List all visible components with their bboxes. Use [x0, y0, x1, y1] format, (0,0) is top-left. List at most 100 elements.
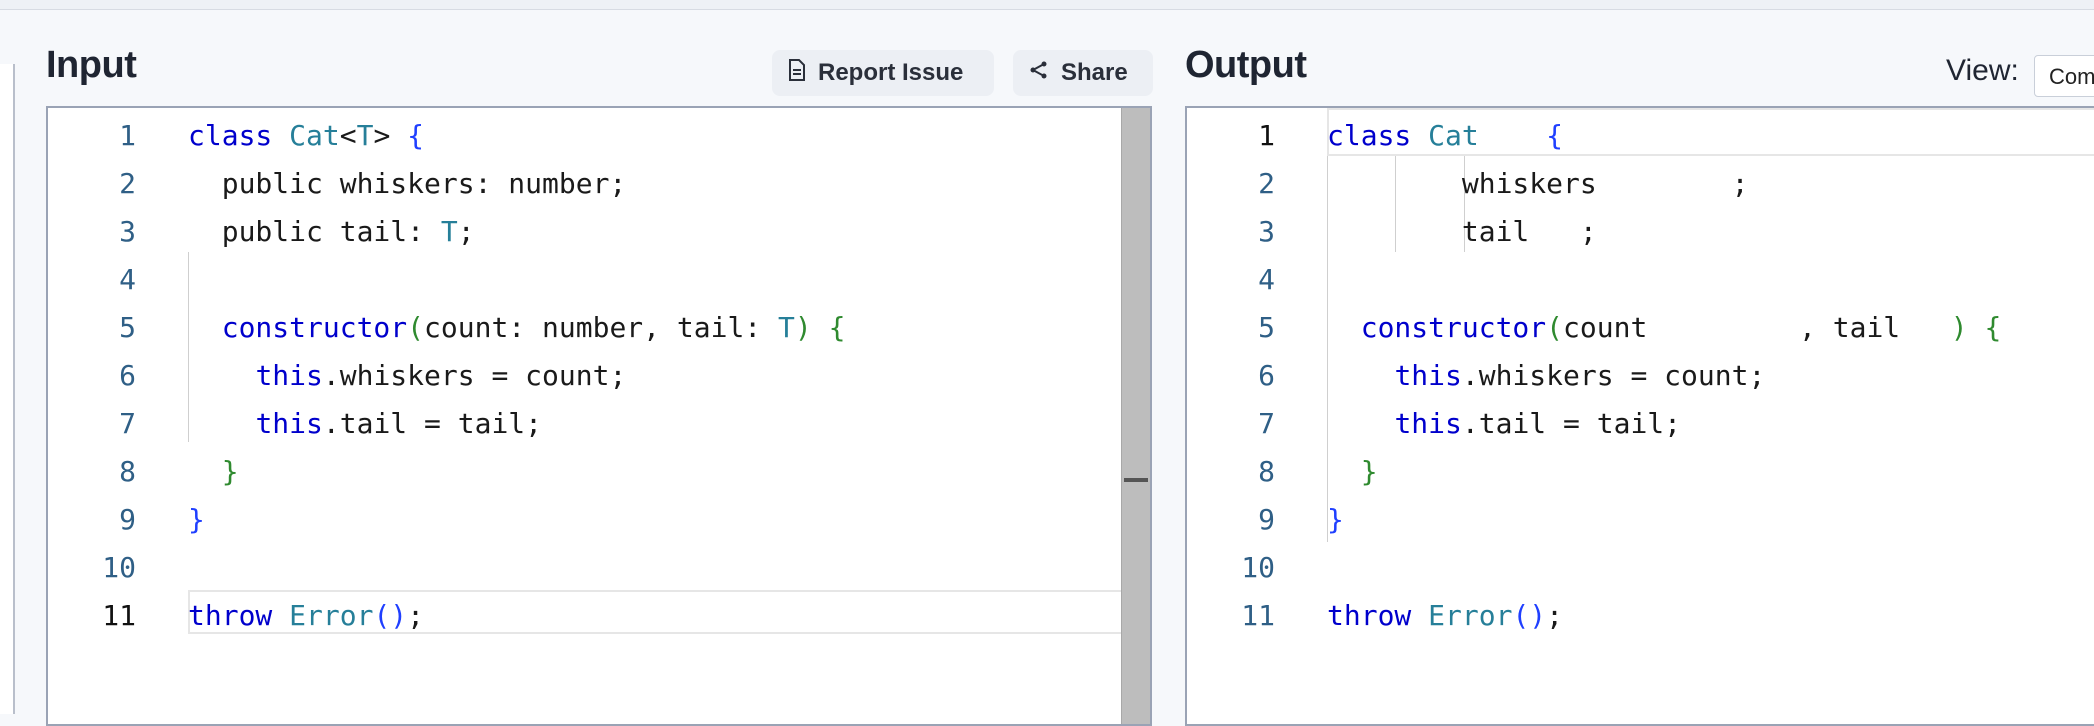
code-line: 5 constructor(count: number, tail: T) { [48, 304, 1150, 352]
line-number: 10 [1241, 551, 1275, 584]
report-issue-button[interactable]: Report Issue [772, 50, 994, 96]
code-line: 10 [48, 544, 1150, 592]
code-line: 4 [48, 256, 1150, 304]
document-icon [788, 58, 806, 88]
line-number: 1 [1258, 119, 1275, 152]
code-text: throw Error(); [1327, 592, 1563, 640]
code-token: whiskers ; [1327, 167, 1749, 200]
line-number: 11 [102, 599, 136, 632]
code-line: 7 this.tail = tail; [1187, 400, 2094, 448]
code-line: 8 } [48, 448, 1150, 496]
code-text: } [1327, 448, 1378, 496]
code-token: T [356, 119, 374, 152]
code-token: ; [457, 215, 475, 248]
line-number: 4 [119, 263, 136, 296]
input-scrollbar[interactable] [1121, 108, 1150, 724]
code-token: .tail = tail; [322, 407, 543, 440]
code-token: constructor [221, 311, 408, 344]
code-token: class [188, 119, 273, 152]
code-line: 3 public tail: T; [48, 208, 1150, 256]
code-line: 3 tail ; [1187, 208, 2094, 256]
code-line: 9} [48, 496, 1150, 544]
code-token: { [828, 311, 846, 344]
code-text: constructor(count , tail ) { [1327, 304, 2002, 352]
code-line: 1 class Cat { [1187, 112, 2094, 160]
code-line: 6 this.whiskers = count; [1187, 352, 2094, 400]
line-number: 5 [119, 311, 136, 344]
code-token: T [778, 311, 795, 344]
line-number: 7 [1258, 407, 1275, 440]
line-number: 3 [1258, 215, 1275, 248]
code-token: throw [1327, 599, 1412, 632]
code-token: { [1984, 311, 2002, 344]
code-token: } [1360, 455, 1378, 488]
code-token: public whiskers: number; [188, 167, 627, 200]
input-editor[interactable]: 1 class Cat<T> {2 public whiskers: number… [46, 106, 1152, 726]
code-line: 6 this.whiskers = count; [48, 352, 1150, 400]
code-line: 2 public whiskers: number; [48, 160, 1150, 208]
code-line: 5 constructor(count , tail ) { [1187, 304, 2094, 352]
code-line: 7 this.tail = tail; [48, 400, 1150, 448]
line-number: 2 [119, 167, 136, 200]
input-title: Input [46, 44, 137, 86]
input-code: 1 class Cat<T> {2 public whiskers: number… [48, 112, 1150, 640]
code-token: ; [407, 599, 425, 632]
code-token: this [255, 407, 323, 440]
line-number: 8 [119, 455, 136, 488]
code-token: Error [289, 599, 374, 632]
view-select[interactable]: Compiled [2034, 55, 2094, 97]
line-number: 6 [1258, 359, 1275, 392]
code-text: class Cat { [1327, 112, 1563, 160]
output-code: 1 class Cat {2 whiskers ; 3 tail ; 4 5 const… [1187, 112, 2094, 640]
code-token: Cat [289, 119, 340, 152]
code-line: 10 [1187, 544, 2094, 592]
share-button[interactable]: Share [1013, 50, 1153, 96]
code-text: this.whiskers = count; [1327, 352, 1765, 400]
code-text: public tail: T; [188, 208, 475, 256]
output-editor[interactable]: 1 class Cat {2 whiskers ; 3 tail ; 4 5 const… [1185, 106, 2094, 726]
code-text: public whiskers: number; [188, 160, 627, 208]
code-line: 4 [1187, 256, 2094, 304]
code-token: count , tail [1563, 311, 1951, 344]
code-token: ) [1950, 311, 1968, 344]
code-line: 2 whiskers ; [1187, 160, 2094, 208]
share-icon [1029, 59, 1049, 87]
report-issue-label: Report Issue [818, 59, 964, 86]
code-line: 11 throw Error(); [48, 592, 1150, 640]
line-number: 4 [1258, 263, 1275, 296]
code-token: this [1394, 359, 1462, 392]
code-token: { [407, 119, 425, 152]
code-token: ( [407, 311, 425, 344]
code-token: ) [794, 311, 812, 344]
share-label: Share [1061, 59, 1128, 86]
top-bar [0, 0, 2094, 10]
code-text: this.tail = tail; [1327, 400, 1681, 448]
code-token: count: number, tail: [424, 311, 779, 344]
code-line: 11 throw Error(); [1187, 592, 2094, 640]
code-token: > [373, 119, 408, 152]
line-number: 6 [119, 359, 136, 392]
code-text: constructor(count: number, tail: T) { [188, 304, 846, 352]
code-token: .whiskers = count; [1461, 359, 1766, 392]
line-number: 9 [119, 503, 136, 536]
code-text: throw Error(); [188, 592, 424, 640]
code-token: } [188, 503, 205, 536]
view-label: View: [1946, 54, 2019, 87]
code-text: class Cat<T> { [188, 112, 424, 160]
code-token: .tail = tail; [1461, 407, 1682, 440]
code-text: } [188, 448, 239, 496]
code-token: .whiskers = count; [322, 359, 627, 392]
line-number: 11 [1241, 599, 1275, 632]
line-number: 8 [1258, 455, 1275, 488]
code-token: constructor [1360, 311, 1547, 344]
line-number: 3 [119, 215, 136, 248]
line-number: 10 [102, 551, 136, 584]
